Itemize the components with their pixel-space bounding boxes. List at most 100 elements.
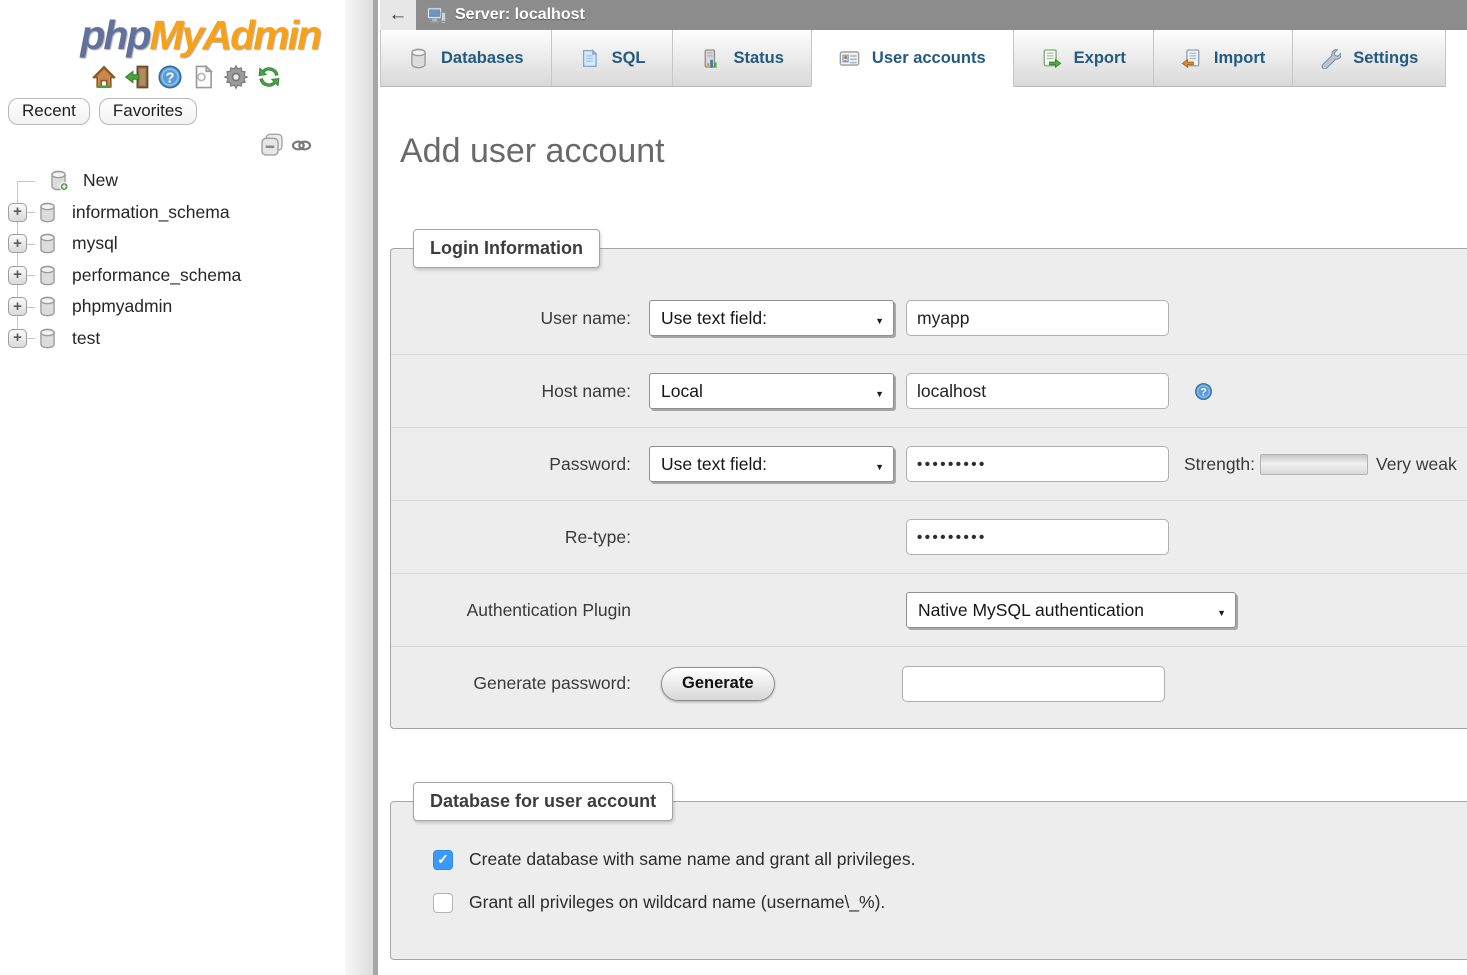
logo-myadmin: MyAdmin	[150, 12, 321, 58]
login-information-fieldset: Login Information User name: Use text fi…	[390, 229, 1467, 729]
user-name-input[interactable]	[906, 300, 1169, 336]
strength-meter	[1260, 454, 1368, 475]
tab[interactable]: Settings	[1292, 30, 1446, 87]
password-input[interactable]	[906, 446, 1169, 482]
main-panel: Server: localhost Databases SQL Status U…	[380, 0, 1467, 975]
tab[interactable]: User accounts	[811, 30, 1013, 87]
sidebar-toolbar-icon[interactable]	[222, 63, 250, 91]
tab[interactable]: Import	[1153, 30, 1292, 87]
tab-icon	[1181, 48, 1202, 69]
tree-item-database[interactable]: mysql	[0, 228, 345, 260]
retype-label: Re-type:	[391, 527, 631, 548]
sidebar-scrollbar[interactable]	[373, 0, 378, 975]
tree-item-label: test	[72, 328, 100, 349]
tab[interactable]: SQL	[551, 30, 673, 87]
tree-item-label: information_schema	[72, 202, 230, 223]
password-row: Password: Use text field: Strength: Very…	[391, 428, 1467, 501]
tree-item-database[interactable]: test	[0, 323, 345, 355]
tab[interactable]: Export	[1013, 30, 1153, 87]
back-button[interactable]	[380, 0, 416, 30]
database-for-user-fieldset: Database for user account Create databas…	[390, 782, 1467, 960]
tab[interactable]: Status	[672, 30, 810, 87]
tree-item-database[interactable]: performance_schema	[0, 260, 345, 292]
expand-icon[interactable]	[8, 329, 27, 348]
database-option-row: Create database with same name and grant…	[433, 849, 1467, 870]
host-name-type-select[interactable]: Local	[649, 373, 894, 409]
database-tree: New information_schema mysql	[0, 165, 345, 354]
expand-icon[interactable]	[8, 203, 27, 222]
server-breadcrumb-bar: Server: localhost	[380, 0, 1467, 30]
generate-button[interactable]: Generate	[661, 667, 775, 701]
expand-icon[interactable]	[8, 297, 27, 316]
link-panel-icon[interactable]	[291, 135, 312, 156]
login-information-legend: Login Information	[413, 229, 600, 268]
tab-label: SQL	[612, 49, 646, 68]
sidebar-toolbar-icon[interactable]	[123, 63, 151, 91]
select-value: Native MySQL authentication	[918, 600, 1144, 621]
tab-icon	[1041, 48, 1062, 69]
database-icon	[37, 233, 58, 254]
select-value: Local	[661, 381, 703, 402]
logo-php: php	[80, 12, 149, 58]
expand-icon[interactable]	[8, 266, 27, 285]
password-strength: Strength: Very weak	[1184, 454, 1457, 475]
checkbox-label: Create database with same name and grant…	[469, 849, 916, 870]
checkbox-label: Grant all privileges on wildcard name (u…	[469, 892, 885, 913]
sidebar-toolbar-icon[interactable]	[156, 63, 184, 91]
database-icon	[37, 202, 58, 223]
collapse-all-icon[interactable]	[260, 133, 284, 157]
database-icon	[37, 296, 58, 317]
tree-tools	[0, 133, 312, 157]
sidebar-toolbar-icon[interactable]	[189, 63, 217, 91]
strength-label: Strength:	[1184, 454, 1255, 475]
navigation-sidebar: phpMyAdmin	[0, 0, 345, 975]
tab-label: User accounts	[872, 49, 986, 68]
tree-item-database[interactable]: phpmyadmin	[0, 291, 345, 323]
back-arrow-icon	[389, 4, 408, 26]
favorites-button[interactable]: Favorites	[99, 98, 197, 125]
sidebar-toolbar-icon[interactable]	[255, 63, 283, 91]
tree-item-database[interactable]: information_schema	[0, 197, 345, 229]
database-for-user-legend: Database for user account	[413, 782, 673, 821]
host-name-input[interactable]	[906, 373, 1169, 409]
database-icon	[37, 328, 58, 349]
tab-icon	[408, 48, 429, 69]
tab-icon	[579, 48, 600, 69]
breadcrumb: Server: localhost	[455, 6, 585, 24]
retype-password-input[interactable]	[906, 519, 1169, 555]
user-name-label: User name:	[391, 308, 631, 329]
sidebar-toolbar-icon[interactable]	[90, 63, 118, 91]
tab-icon	[839, 48, 860, 69]
generated-password-input[interactable]	[902, 666, 1165, 702]
page-title: Add user account	[400, 132, 1467, 171]
tree-item-new[interactable]: New	[0, 165, 345, 197]
checkbox[interactable]	[433, 893, 453, 913]
user-name-type-select[interactable]: Use text field:	[649, 300, 894, 336]
user-name-row: User name: Use text field:	[391, 282, 1467, 355]
chevron-down-icon	[875, 308, 884, 329]
sidebar-resizer[interactable]	[345, 0, 373, 975]
host-name-row: Host name: Local	[391, 355, 1467, 428]
new-database-icon	[48, 170, 69, 191]
select-value: Use text field:	[661, 454, 767, 475]
tree-item-label: New	[83, 170, 118, 191]
database-option-row: Grant all privileges on wildcard name (u…	[433, 892, 1467, 913]
retype-row: Re-type:	[391, 501, 1467, 574]
password-type-select[interactable]: Use text field:	[649, 446, 894, 482]
checkbox[interactable]	[433, 850, 453, 870]
auth-plugin-select[interactable]: Native MySQL authentication	[906, 592, 1236, 628]
tab[interactable]: Databases	[380, 30, 551, 87]
tab-icon	[1320, 48, 1341, 69]
page-content: Add user account Login Information User …	[380, 132, 1467, 960]
expand-icon[interactable]	[8, 234, 27, 253]
strength-value: Very weak	[1376, 454, 1457, 475]
tree-filters: Recent Favorites	[8, 98, 345, 125]
recent-button[interactable]: Recent	[8, 98, 90, 125]
chevron-down-icon	[1217, 600, 1226, 621]
phpmyadmin-logo[interactable]: phpMyAdmin	[0, 12, 320, 59]
tab-icon	[700, 48, 721, 69]
help-icon[interactable]	[1194, 382, 1213, 401]
tab-label: Settings	[1353, 49, 1418, 68]
database-options: Create database with same name and grant…	[391, 849, 1467, 913]
chevron-down-icon	[875, 381, 884, 402]
